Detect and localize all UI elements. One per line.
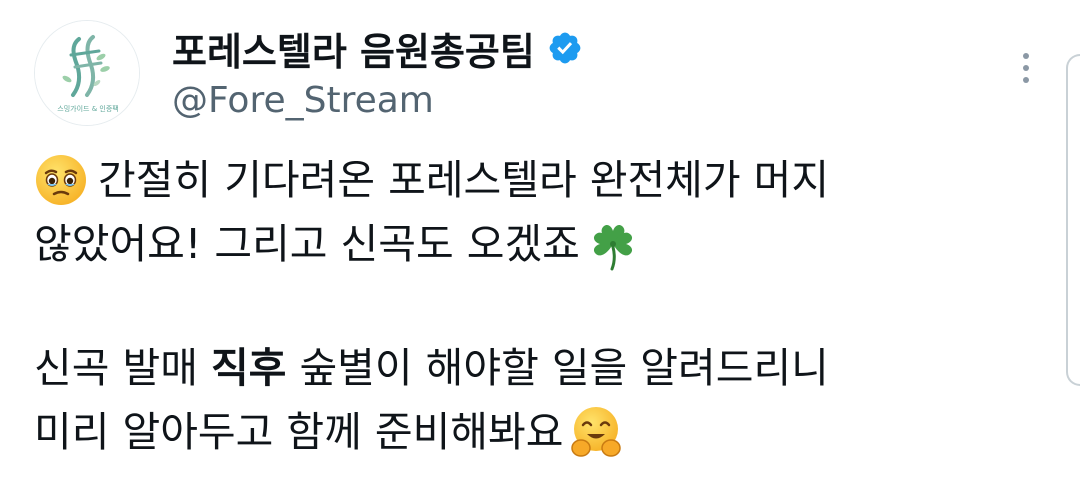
tweet-line: 미리 알아두고 함께 준비해봐요 [34, 400, 1034, 464]
tweet-line: 신곡 발매 직후 숲별이 해야할 일을 알려드리니 [34, 336, 1034, 400]
four-leaf-clover-icon [593, 224, 632, 271]
more-dot-icon [1023, 53, 1029, 59]
verified-badge-icon [549, 32, 581, 64]
tweet: 스밍가이드 & 인증팩 포레스텔라 음원총공팀 @Fore_Stream 간절히… [0, 0, 1080, 490]
tweet-line: 않았어요! 그리고 신곡도 오겠죠 [34, 212, 1034, 276]
author-name-row[interactable]: 포레스텔라 음원총공팀 [172, 22, 583, 74]
face-holding-back-tears-icon [36, 155, 86, 205]
tweet-line-2: 않았어요! 그리고 신곡도 오겠죠 [34, 220, 580, 268]
more-options-button[interactable] [1008, 44, 1044, 92]
tweet-line-1: 간절히 기다려온 포레스텔라 완전체가 머지 [98, 156, 830, 204]
tweet-line-3a: 신곡 발매 [34, 344, 211, 392]
tweet-line-4: 미리 알아두고 함께 준비해봐요 [34, 408, 564, 456]
tweet-line-3-bold: 직후 [210, 344, 287, 392]
hugging-face-icon [571, 407, 622, 457]
tweet-line: 간절히 기다려온 포레스텔라 완전체가 머지 [34, 148, 1034, 212]
avatar-caption: 스밍가이드 & 인증팩 [57, 104, 118, 113]
more-dot-icon [1023, 65, 1029, 71]
display-name[interactable]: 포레스텔라 음원총공팀 [172, 21, 535, 76]
tweet-line-3b: 숲별이 해야할 일을 알려드리니 [286, 344, 829, 392]
tweet-text: 간절히 기다려온 포레스텔라 완전체가 머지 않았어요! 그리고 신곡도 오겠죠… [34, 148, 1034, 464]
author-handle[interactable]: @Fore_Stream [172, 80, 434, 121]
avatar[interactable]: 스밍가이드 & 인증팩 [34, 20, 140, 126]
more-dot-icon [1023, 77, 1029, 83]
forestella-logo-icon: 스밍가이드 & 인증팩 [35, 21, 139, 125]
scrollbar[interactable] [1066, 54, 1080, 386]
